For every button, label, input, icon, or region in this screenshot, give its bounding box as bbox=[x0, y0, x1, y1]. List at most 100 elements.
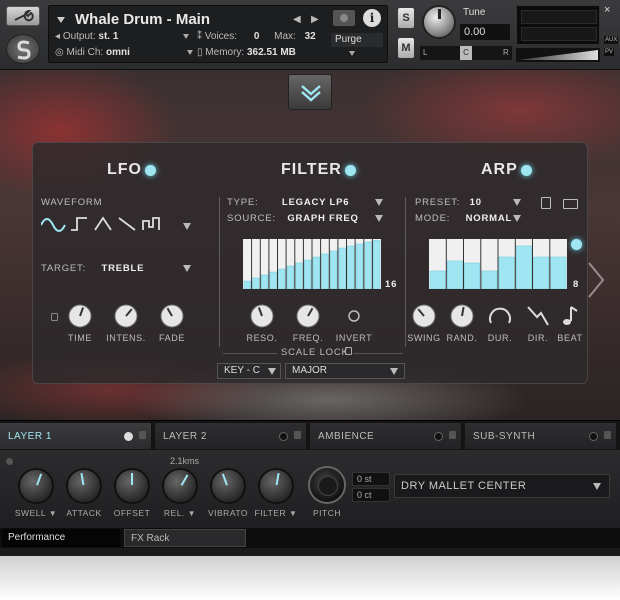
save-icon[interactable] bbox=[541, 197, 551, 209]
filter-step[interactable] bbox=[312, 256, 320, 289]
tab-layer-2[interactable]: LAYER 2 bbox=[155, 423, 307, 449]
waveform-selector[interactable] bbox=[41, 215, 191, 233]
prev-instrument-icon[interactable]: ◀ bbox=[293, 14, 301, 25]
arp-step[interactable] bbox=[550, 256, 567, 289]
intens-knob[interactable] bbox=[113, 303, 139, 329]
filter-step[interactable] bbox=[355, 243, 363, 289]
output-selector[interactable]: ◂ Output: st. 1 bbox=[55, 31, 195, 45]
layer-lock-icon[interactable] bbox=[604, 431, 611, 439]
attack-knob[interactable] bbox=[66, 468, 102, 504]
mute-button[interactable]: M bbox=[398, 38, 414, 58]
instrument-menu-arrow-icon[interactable] bbox=[57, 17, 65, 23]
filter-step[interactable] bbox=[321, 253, 329, 289]
tune-value[interactable]: 0.00 bbox=[460, 24, 510, 40]
filter-step[interactable] bbox=[295, 262, 303, 289]
scale-selector[interactable]: MAJOR bbox=[285, 363, 405, 379]
tab-layer-1[interactable]: LAYER 1 bbox=[0, 423, 152, 449]
arp-step[interactable] bbox=[464, 262, 481, 289]
pan-slider[interactable]: L C R bbox=[420, 46, 512, 60]
arp-power-led[interactable] bbox=[521, 165, 532, 176]
tab-sub-synth[interactable]: SUB-SYNTH bbox=[465, 423, 617, 449]
layer-power-dot-icon[interactable] bbox=[124, 432, 133, 441]
filter-power-led[interactable] bbox=[345, 165, 356, 176]
reso-knob[interactable] bbox=[249, 303, 275, 329]
wrench-icon[interactable] bbox=[6, 6, 40, 26]
volume-slider[interactable] bbox=[516, 48, 600, 62]
filter-step-sequencer[interactable] bbox=[243, 239, 381, 289]
lfo-target-selector[interactable]: TARGET: TREBLE bbox=[41, 263, 144, 274]
filter-step[interactable] bbox=[373, 240, 381, 290]
tab-performance[interactable]: Performance bbox=[2, 529, 120, 547]
filter-knob[interactable] bbox=[258, 468, 294, 504]
midi-channel-selector[interactable]: ◎ Midi Ch: omni bbox=[55, 47, 195, 61]
lfo-power-led[interactable] bbox=[145, 165, 156, 176]
freq-knob[interactable] bbox=[295, 303, 321, 329]
aux-button[interactable]: AUX bbox=[604, 36, 619, 44]
swell-knob[interactable] bbox=[18, 468, 54, 504]
semitone-value[interactable]: 0 st bbox=[352, 472, 390, 486]
filter-step[interactable] bbox=[304, 259, 312, 289]
filter-type-dropdown-icon[interactable] bbox=[375, 199, 383, 206]
filter-step[interactable] bbox=[338, 247, 346, 289]
close-icon[interactable]: × bbox=[604, 4, 610, 16]
layer-power-dot-icon[interactable] bbox=[589, 432, 598, 441]
filter-type-selector[interactable]: TYPE: LEGACY LP6 bbox=[227, 197, 349, 208]
layer-lock-icon[interactable] bbox=[294, 431, 301, 439]
invert-knob[interactable] bbox=[341, 303, 367, 329]
swing-knob[interactable] bbox=[411, 303, 437, 329]
fade-knob[interactable] bbox=[159, 303, 185, 329]
time-knob[interactable] bbox=[67, 303, 93, 329]
key-selector[interactable]: KEY - C bbox=[217, 363, 281, 379]
expand-chevron-icon[interactable] bbox=[288, 74, 332, 110]
filter-source-selector[interactable]: SOURCE: GRAPH FREQ bbox=[227, 213, 359, 224]
cent-value[interactable]: 0 ct bbox=[352, 488, 390, 502]
arp-steps-count[interactable]: 8 bbox=[573, 279, 579, 290]
solo-button[interactable]: S bbox=[398, 8, 414, 28]
offset-knob[interactable] bbox=[114, 468, 150, 504]
filter-step[interactable] bbox=[269, 271, 277, 289]
arp-preset-dropdown-icon[interactable] bbox=[513, 199, 521, 206]
layer-lock-icon[interactable] bbox=[449, 431, 456, 439]
arp-step-led[interactable] bbox=[571, 239, 582, 250]
vibrato-knob[interactable] bbox=[210, 468, 246, 504]
filter-step[interactable] bbox=[278, 268, 286, 289]
pv-button[interactable]: PV bbox=[604, 48, 615, 56]
tab-fx-rack[interactable]: FX Rack bbox=[124, 529, 246, 547]
filter-steps-count[interactable]: 16 bbox=[385, 279, 397, 290]
tab-ambience[interactable]: AMBIENCE bbox=[310, 423, 462, 449]
arp-step[interactable] bbox=[447, 260, 463, 289]
dir-knob[interactable] bbox=[525, 303, 551, 329]
snapshot-camera-icon[interactable] bbox=[333, 10, 355, 26]
filter-step[interactable] bbox=[261, 274, 269, 289]
max-value[interactable]: 32 bbox=[305, 31, 316, 42]
arp-step[interactable] bbox=[516, 245, 532, 289]
rel-knob[interactable] bbox=[162, 468, 198, 504]
tune-knob[interactable] bbox=[422, 5, 456, 39]
filter-step[interactable] bbox=[252, 277, 260, 289]
layer-power-dot-icon[interactable] bbox=[434, 432, 443, 441]
purge-menu[interactable]: Purge bbox=[331, 33, 383, 56]
scale-lock-icon[interactable] bbox=[345, 347, 352, 355]
next-instrument-icon[interactable]: ▶ bbox=[311, 14, 319, 25]
filter-step[interactable] bbox=[347, 245, 355, 289]
rand-knob[interactable] bbox=[449, 303, 475, 329]
layer-preset-selector[interactable]: DRY MALLET CENTER bbox=[394, 474, 610, 498]
arp-mode-selector[interactable]: MODE: NORMAL bbox=[415, 213, 512, 224]
layer-power-dot-icon[interactable] bbox=[279, 432, 288, 441]
next-page-chevron-icon[interactable] bbox=[586, 260, 606, 300]
folder-icon[interactable] bbox=[563, 199, 578, 209]
layer-lock-icon[interactable] bbox=[139, 431, 146, 439]
filter-source-dropdown-icon[interactable] bbox=[375, 215, 383, 222]
dur-knob[interactable] bbox=[487, 303, 513, 329]
waveform-dropdown-icon[interactable] bbox=[183, 223, 191, 230]
filter-step[interactable] bbox=[364, 241, 372, 289]
arp-step[interactable] bbox=[498, 256, 515, 289]
arp-step[interactable] bbox=[429, 270, 446, 289]
beat-knob[interactable] bbox=[557, 303, 583, 329]
arp-mode-dropdown-icon[interactable] bbox=[513, 215, 521, 222]
arp-step-sequencer[interactable] bbox=[429, 239, 567, 289]
lfo-lock-icon[interactable] bbox=[51, 313, 58, 321]
filter-step[interactable] bbox=[243, 280, 251, 289]
arp-preset-selector[interactable]: PRESET: 10 bbox=[415, 197, 482, 208]
pitch-knob[interactable] bbox=[308, 466, 346, 504]
